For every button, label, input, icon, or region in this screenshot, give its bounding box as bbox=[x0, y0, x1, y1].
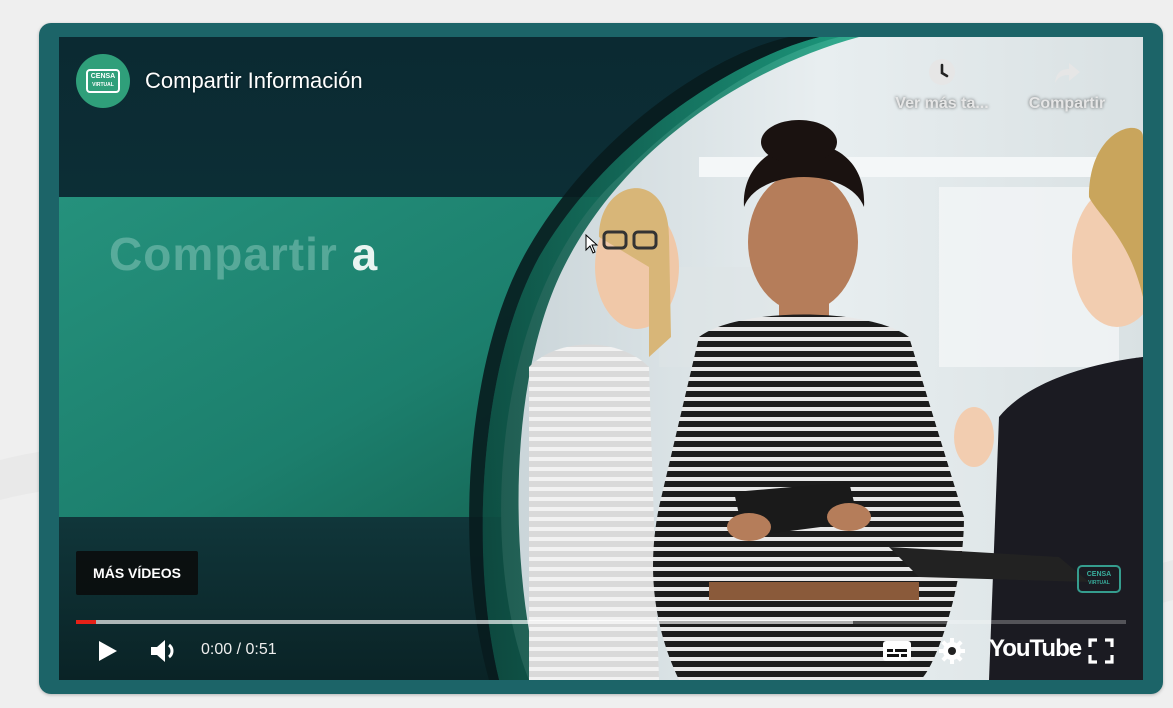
settings-button[interactable] bbox=[931, 632, 973, 670]
share-arrow-icon bbox=[1055, 63, 1080, 83]
gear-icon bbox=[939, 638, 965, 664]
progress-bar[interactable] bbox=[76, 620, 1126, 624]
more-videos-button[interactable]: MÁS VÍDEOS bbox=[76, 551, 198, 595]
subtitles-button[interactable] bbox=[877, 632, 917, 670]
brand-watermark-text-1: CENSA bbox=[1086, 571, 1112, 578]
clock-icon bbox=[929, 59, 955, 85]
channel-logo[interactable]: CENSA VIRTUAL bbox=[76, 54, 130, 108]
video-title[interactable]: Compartir Información bbox=[145, 68, 363, 94]
time-display: 0:00 / 0:51 bbox=[201, 641, 277, 658]
play-button[interactable] bbox=[87, 632, 127, 670]
top-bar: CENSA VIRTUAL Compartir Información Ver … bbox=[59, 37, 1143, 147]
youtube-logo[interactable]: YouTube bbox=[989, 635, 1082, 663]
share-button[interactable]: Compartir bbox=[1021, 57, 1113, 113]
channel-logo-text-2: VIRTUAL bbox=[92, 82, 114, 88]
control-bar: 0:00 / 0:51 YouTube bbox=[59, 632, 1143, 670]
watch-later-label: Ver más ta... bbox=[895, 95, 989, 112]
video-headline: Compartir a bbox=[109, 227, 378, 281]
mute-button[interactable] bbox=[143, 632, 187, 670]
brand-watermark-text-2: VIRTUAL bbox=[1088, 580, 1110, 586]
brand-watermark[interactable]: CENSA VIRTUAL bbox=[1077, 565, 1121, 593]
subtitles-icon bbox=[883, 641, 911, 661]
headline-part-1: Compartir bbox=[109, 228, 338, 280]
mouse-cursor bbox=[585, 234, 599, 254]
progress-played bbox=[76, 620, 96, 624]
share-label: Compartir bbox=[1028, 95, 1106, 112]
watch-later-button[interactable]: Ver más ta... bbox=[887, 57, 997, 113]
fullscreen-icon bbox=[1088, 638, 1114, 664]
video-player[interactable]: CENSA VIRTUAL Compartir Información Ver … bbox=[59, 37, 1143, 680]
channel-logo-text-1: CENSA bbox=[90, 73, 116, 80]
fullscreen-button[interactable] bbox=[1081, 632, 1121, 670]
progress-buffered bbox=[76, 620, 853, 624]
volume-icon bbox=[151, 640, 174, 662]
play-icon bbox=[99, 641, 117, 661]
channel-logo-badge: CENSA VIRTUAL bbox=[86, 69, 120, 93]
headline-part-2: a bbox=[351, 228, 379, 280]
